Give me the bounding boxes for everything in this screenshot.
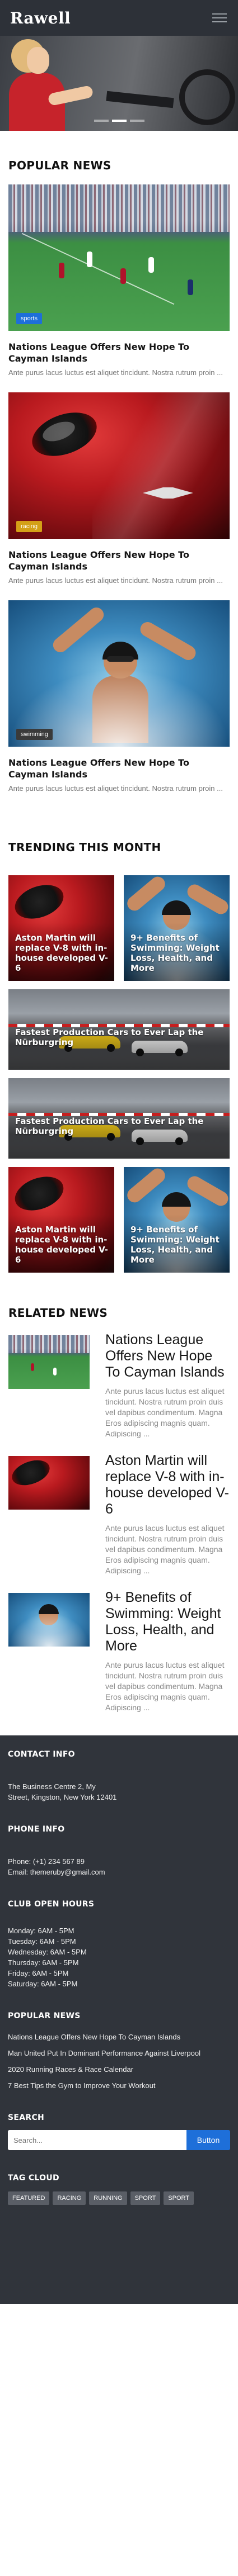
footer-news-link[interactable]: Man United Put In Dominant Performance A… bbox=[8, 2048, 230, 2058]
address-line: The Business Centre 2, My bbox=[8, 1782, 96, 1791]
phone-title: PHONE INFO bbox=[8, 1825, 65, 1834]
search-input[interactable] bbox=[8, 2130, 186, 2150]
related-excerpt: Ante purus lacus luctus est aliquet tinc… bbox=[105, 1661, 225, 1712]
tag[interactable]: FEATURED bbox=[8, 2191, 50, 2205]
search-button[interactable]: Button bbox=[186, 2130, 230, 2150]
section-title: TRENDING THIS MONTH bbox=[8, 841, 161, 854]
news-excerpt: Ante purus lacus luctus est aliquet tinc… bbox=[8, 368, 223, 377]
trending-tile[interactable]: 9+ Benefits of Swimming: Weight Loss, He… bbox=[124, 875, 230, 981]
hours-row: Saturday: 6AM - 5PM bbox=[8, 1980, 78, 1988]
tag-cloud-title: TAG CLOUD bbox=[8, 2174, 59, 2183]
news-excerpt: Ante purus lacus luctus est aliquet tinc… bbox=[8, 784, 223, 793]
trending-tile[interactable]: Aston Martin will replace V-8 with in-ho… bbox=[8, 1167, 114, 1273]
category-badge[interactable]: racing bbox=[16, 521, 42, 532]
related-item[interactable]: Aston Martin will replace V-8 with in-ho… bbox=[8, 1453, 230, 1576]
trending-title[interactable]: Aston Martin will replace V-8 with in-ho… bbox=[15, 1225, 109, 1265]
site-logo[interactable]: Rawell bbox=[10, 9, 71, 27]
trending-tile[interactable]: Aston Martin will replace V-8 with in-ho… bbox=[8, 875, 114, 981]
search-title: SEARCH bbox=[8, 2113, 45, 2122]
tag-cloud: FEATURED RACING RUNNING SPORT SPORT bbox=[8, 2191, 230, 2205]
related-title[interactable]: Aston Martin will replace V-8 with in-ho… bbox=[105, 1453, 230, 1517]
related-excerpt: Ante purus lacus luctus est aliquet tinc… bbox=[105, 1524, 225, 1575]
news-card[interactable]: racing Nations League Offers New Hope To… bbox=[8, 392, 230, 586]
section-title: RELATED NEWS bbox=[8, 1306, 108, 1320]
search-form: Button bbox=[8, 2130, 230, 2150]
trending-title[interactable]: 9+ Benefits of Swimming: Weight Loss, He… bbox=[130, 1225, 224, 1265]
tag[interactable]: SPORT bbox=[130, 2191, 161, 2205]
hours-row: Thursday: 6AM - 5PM bbox=[8, 1958, 79, 1967]
news-card[interactable]: sports Nations League Offers New Hope To… bbox=[8, 184, 230, 378]
trending-title[interactable]: Aston Martin will replace V-8 with in-ho… bbox=[15, 933, 109, 973]
hours-row: Monday: 6AM - 5PM bbox=[8, 1927, 74, 1935]
footer-popular-title: POPULAR NEWS bbox=[8, 2012, 81, 2020]
tag[interactable]: RUNNING bbox=[89, 2191, 127, 2205]
trending-tile[interactable]: Fastest Production Cars to Ever Lap the … bbox=[8, 989, 230, 1070]
related-excerpt: Ante purus lacus luctus est aliquet tinc… bbox=[105, 1387, 225, 1438]
footer-news-link[interactable]: 7 Best Tips the Gym to Improve Your Work… bbox=[8, 2080, 230, 2091]
hours-title: CLUB OPEN HOURS bbox=[8, 1900, 95, 1909]
hours-row: Friday: 6AM - 5PM bbox=[8, 1969, 69, 1977]
email-address: Email: themeruby@gmail.com bbox=[8, 1868, 105, 1876]
hours-row: Tuesday: 6AM - 5PM bbox=[8, 1937, 76, 1946]
trending-tile[interactable]: Fastest Production Cars to Ever Lap the … bbox=[8, 1078, 230, 1159]
related-title[interactable]: Nations League Offers New Hope To Cayman… bbox=[105, 1332, 230, 1380]
tag[interactable]: RACING bbox=[53, 2191, 86, 2205]
site-header: Rawell bbox=[0, 0, 238, 36]
menu-icon[interactable] bbox=[211, 12, 228, 24]
news-image[interactable]: racing bbox=[8, 392, 230, 539]
category-badge[interactable]: swimming bbox=[16, 729, 53, 740]
news-image[interactable]: swimming bbox=[8, 600, 230, 747]
hours-row: Wednesday: 6AM - 5PM bbox=[8, 1948, 87, 1956]
address-line: Street, Kingston, New York 12401 bbox=[8, 1793, 117, 1801]
slider-dot[interactable] bbox=[94, 120, 109, 122]
slider-dot[interactable] bbox=[129, 120, 144, 122]
slider-dots bbox=[94, 120, 144, 122]
footer-news-link[interactable]: 2020 Running Races & Race Calendar bbox=[8, 2064, 230, 2075]
news-title[interactable]: Nations League Offers New Hope To Cayman… bbox=[8, 757, 230, 780]
news-title[interactable]: Nations League Offers New Hope To Cayman… bbox=[8, 549, 230, 572]
related-item[interactable]: 9+ Benefits of Swimming: Weight Loss, He… bbox=[8, 1590, 230, 1713]
phone-number: Phone: (+1) 234 567 89 bbox=[8, 1857, 85, 1866]
trending-title[interactable]: Fastest Production Cars to Ever Lap the … bbox=[15, 1027, 224, 1047]
trending-grid: Aston Martin will replace V-8 with in-ho… bbox=[8, 875, 230, 1273]
slider-dot-active[interactable] bbox=[111, 120, 127, 122]
popular-news-section: POPULAR NEWS sports Nations League Offer… bbox=[0, 131, 238, 794]
news-title[interactable]: Nations League Offers New Hope To Cayman… bbox=[8, 341, 230, 364]
category-badge[interactable]: sports bbox=[16, 313, 42, 324]
section-title: POPULAR NEWS bbox=[8, 159, 111, 172]
news-card[interactable]: swimming Nations League Offers New Hope … bbox=[8, 600, 230, 794]
related-title[interactable]: 9+ Benefits of Swimming: Weight Loss, He… bbox=[105, 1590, 230, 1654]
trending-title[interactable]: 9+ Benefits of Swimming: Weight Loss, He… bbox=[130, 933, 224, 973]
related-thumb[interactable] bbox=[8, 1593, 90, 1647]
related-news-section: RELATED NEWS Nations League Offers New H… bbox=[0, 1273, 238, 1713]
news-image[interactable]: sports bbox=[8, 184, 230, 331]
footer-news-link[interactable]: Nations League Offers New Hope To Cayman… bbox=[8, 2032, 230, 2042]
site-footer: CONTACT INFO The Business Centre 2, My S… bbox=[0, 1735, 238, 2304]
tag[interactable]: SPORT bbox=[164, 2191, 194, 2205]
contact-title: CONTACT INFO bbox=[8, 1750, 75, 1759]
hero-slider[interactable] bbox=[0, 36, 238, 131]
trending-title[interactable]: Fastest Production Cars to Ever Lap the … bbox=[15, 1116, 224, 1136]
news-excerpt: Ante purus lacus luctus est aliquet tinc… bbox=[8, 576, 223, 585]
trending-section: TRENDING THIS MONTH Aston Martin will re… bbox=[0, 808, 238, 1273]
trending-tile[interactable]: 9+ Benefits of Swimming: Weight Loss, He… bbox=[124, 1167, 230, 1273]
related-item[interactable]: Nations League Offers New Hope To Cayman… bbox=[8, 1332, 230, 1439]
related-thumb[interactable] bbox=[8, 1456, 90, 1510]
related-thumb[interactable] bbox=[8, 1335, 90, 1389]
